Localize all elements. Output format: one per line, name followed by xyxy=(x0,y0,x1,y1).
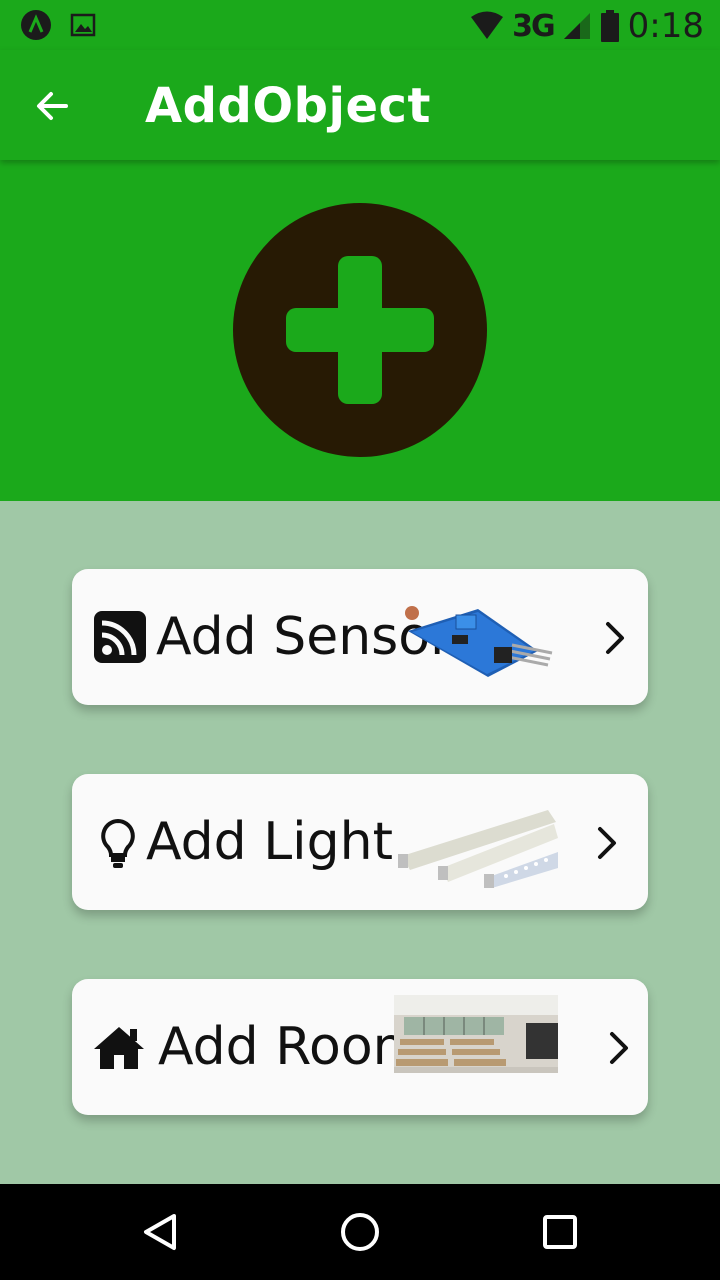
home-circle-icon[interactable] xyxy=(338,1210,382,1254)
chevron-right-icon xyxy=(610,1032,628,1064)
network-type: 3G xyxy=(512,8,555,44)
system-nav-bar xyxy=(0,1184,720,1280)
chevron-right-icon xyxy=(606,622,624,654)
back-triangle-icon[interactable] xyxy=(138,1210,182,1254)
battery-icon xyxy=(600,10,619,42)
sensor-module-image xyxy=(405,606,553,677)
hero-section xyxy=(0,160,720,501)
app-notification-icon xyxy=(21,10,51,40)
chevron-right-icon xyxy=(598,827,616,859)
add-light-card[interactable]: Add Light xyxy=(72,774,648,910)
add-light-label: Add Light xyxy=(146,812,393,872)
clock: 0:18 xyxy=(627,6,704,46)
classroom-image xyxy=(394,995,558,1073)
image-notification-icon xyxy=(70,13,96,37)
add-room-label: Add Room xyxy=(158,1017,424,1077)
arrow-left-icon[interactable] xyxy=(30,84,74,128)
wifi-icon xyxy=(471,11,504,39)
lightbulb-icon xyxy=(101,818,135,868)
add-room-card[interactable]: Add Room xyxy=(72,979,648,1115)
add-circle-icon[interactable] xyxy=(233,203,487,457)
page-title: AddObject xyxy=(145,78,431,134)
app-bar: AddObject xyxy=(0,50,720,160)
recents-square-icon[interactable] xyxy=(538,1210,582,1254)
cell-signal-icon xyxy=(563,13,590,39)
led-tubes-image xyxy=(398,810,558,888)
rss-icon xyxy=(94,611,146,663)
add-sensor-card[interactable]: Add Sensor xyxy=(72,569,648,705)
status-bar: 3G 0:18 xyxy=(0,0,720,50)
home-icon xyxy=(94,1027,144,1069)
